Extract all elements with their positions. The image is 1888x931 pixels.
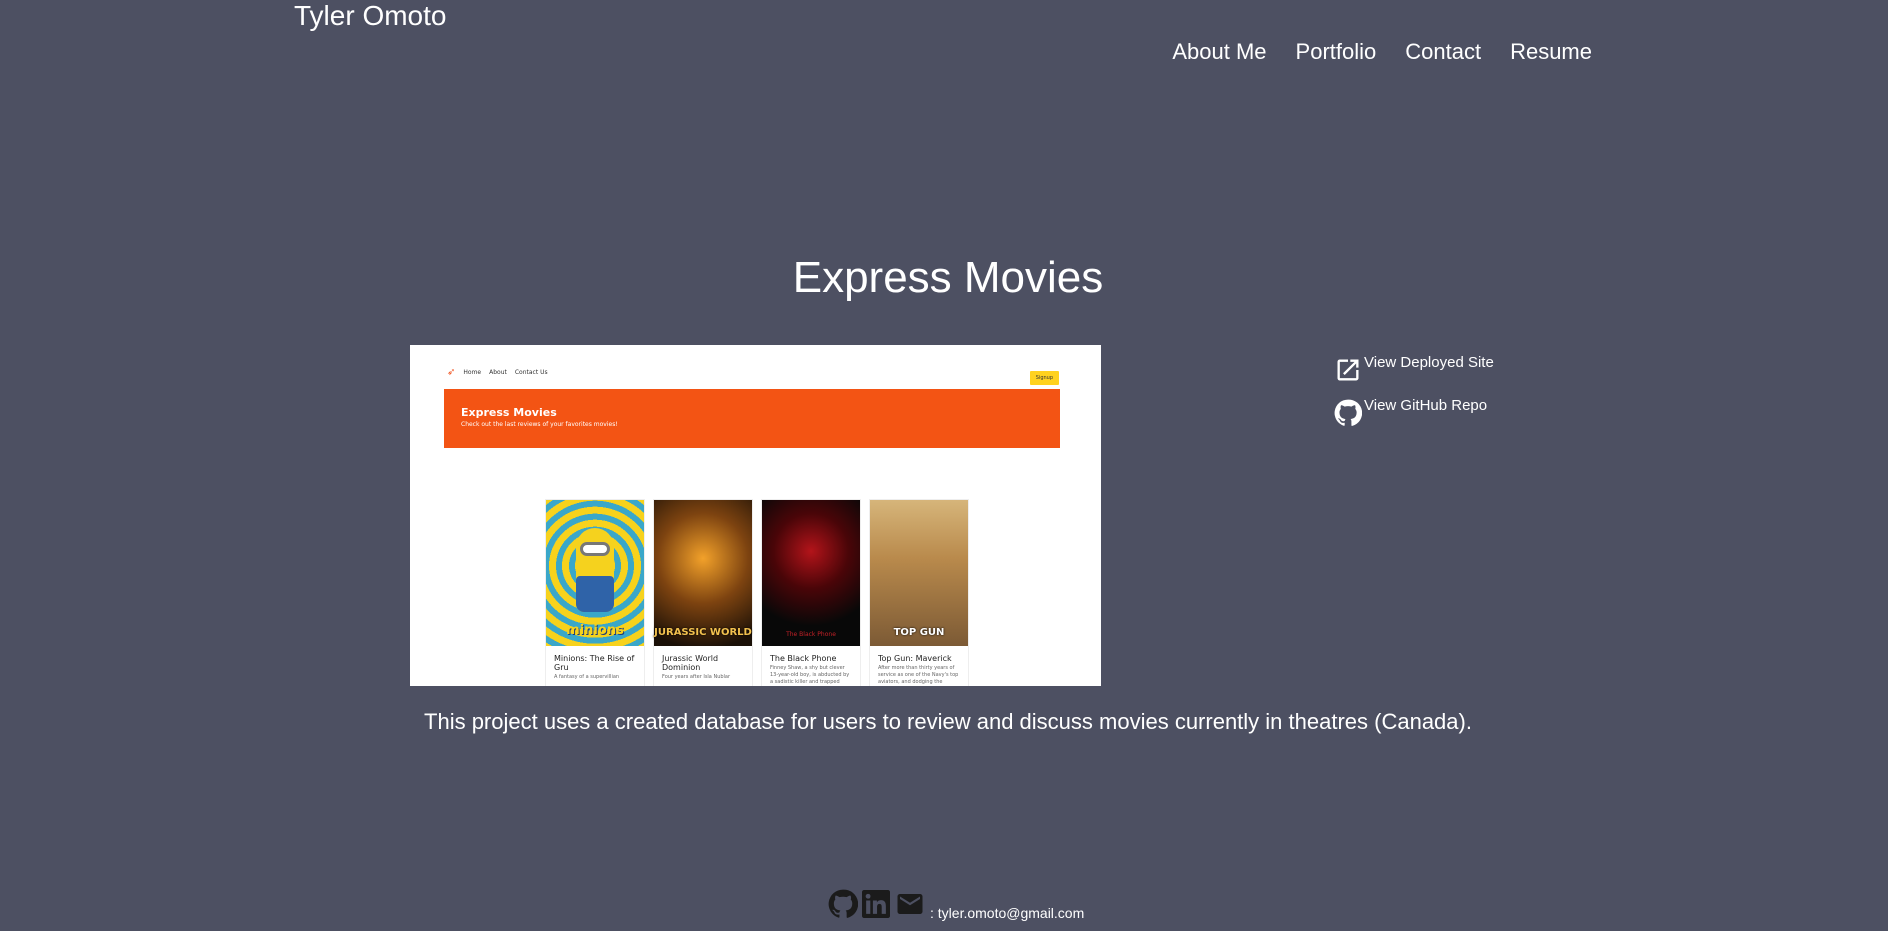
nav-portfolio[interactable]: Portfolio: [1296, 38, 1377, 66]
github-icon: [828, 889, 859, 918]
view-github-repo-label: View GitHub Repo: [1364, 397, 1488, 414]
poster-title: minions: [566, 623, 624, 638]
movie-poster: minions: [546, 500, 644, 646]
screenshot-nav-about: About: [489, 369, 507, 376]
movie-poster: The Black Phone: [762, 500, 860, 646]
minion-figure: [576, 528, 614, 612]
movie-card-title: The Black Phone: [770, 654, 837, 663]
nav-about-me[interactable]: About Me: [1172, 38, 1266, 66]
footer-email-text: : tyler.omoto@gmail.com: [930, 904, 1085, 921]
view-deployed-site-label: View Deployed Site: [1364, 354, 1494, 371]
linkedin-icon: [862, 890, 890, 918]
nav-contact[interactable]: Contact: [1405, 38, 1481, 66]
screenshot-login-button: Signup: [1029, 371, 1059, 385]
screenshot-nav-home: Home: [463, 369, 482, 376]
movie-card-text: A fantasy of a supervillian: [554, 674, 620, 680]
movie-card-text: After more than thirty years of service …: [878, 665, 959, 685]
rocket-icon: ➶: [447, 367, 456, 378]
movie-card-text: Four years after Isla Nublar: [662, 674, 731, 680]
screenshot-hero: Express Movies Check out the last review…: [444, 389, 1060, 448]
movie-poster: JURASSIC WORLD: [654, 500, 752, 646]
screenshot-nav-contact: Contact Us: [514, 369, 548, 376]
movie-card: minions Minions: The Rise of Gru A fanta…: [545, 499, 645, 686]
movie-card: JURASSIC WORLD Jurassic World Dominion F…: [653, 499, 753, 686]
screenshot-hero-title: Express Movies: [461, 406, 557, 419]
view-deployed-site-link[interactable]: View Deployed Site: [1334, 354, 1494, 384]
poster-title: JURASSIC WORLD: [654, 627, 752, 638]
project-screenshot: ➶ Home About Contact Us Signup Express M…: [410, 345, 1101, 686]
screenshot-hero-subtitle: Check out the last reviews of your favor…: [461, 421, 618, 428]
project-description: This project uses a created database for…: [424, 709, 1472, 734]
screenshot-movie-cards: minions Minions: The Rise of Gru A fanta…: [545, 499, 969, 686]
movie-card: TOP GUN Top Gun: Maverick After more tha…: [869, 499, 969, 686]
movie-card-title: Jurassic World Dominion: [662, 654, 719, 672]
footer-email-link[interactable]: [894, 889, 926, 924]
external-link-icon: [1337, 359, 1359, 381]
main-nav: About Me Portfolio Contact Resume: [1172, 38, 1592, 66]
movie-card-text: Finney Shaw, a shy but clever 13-year-ol…: [770, 665, 850, 685]
view-github-repo-link[interactable]: View GitHub Repo: [1334, 397, 1494, 427]
screenshot-nav: ➶ Home About Contact Us: [447, 367, 548, 378]
github-icon: [1334, 399, 1362, 426]
movie-card: The Black Phone The Black Phone Finney S…: [761, 499, 861, 686]
movie-poster: TOP GUN: [870, 500, 968, 646]
footer-github-link[interactable]: [828, 889, 859, 924]
poster-title: The Black Phone: [786, 631, 836, 638]
movie-card-title: Minions: The Rise of Gru: [554, 654, 635, 672]
movie-card-title: Top Gun: Maverick: [878, 654, 952, 663]
mail-icon: [897, 894, 923, 914]
nav-resume[interactable]: Resume: [1510, 38, 1592, 66]
site-brand[interactable]: Tyler Omoto: [294, 0, 446, 32]
footer-linkedin-link[interactable]: [862, 890, 890, 923]
project-links: View Deployed Site View GitHub Repo: [1334, 354, 1494, 440]
footer: : tyler.omoto@gmail.com: [828, 889, 1084, 924]
project-title: Express Movies: [792, 253, 1104, 302]
poster-title: TOP GUN: [893, 627, 945, 638]
